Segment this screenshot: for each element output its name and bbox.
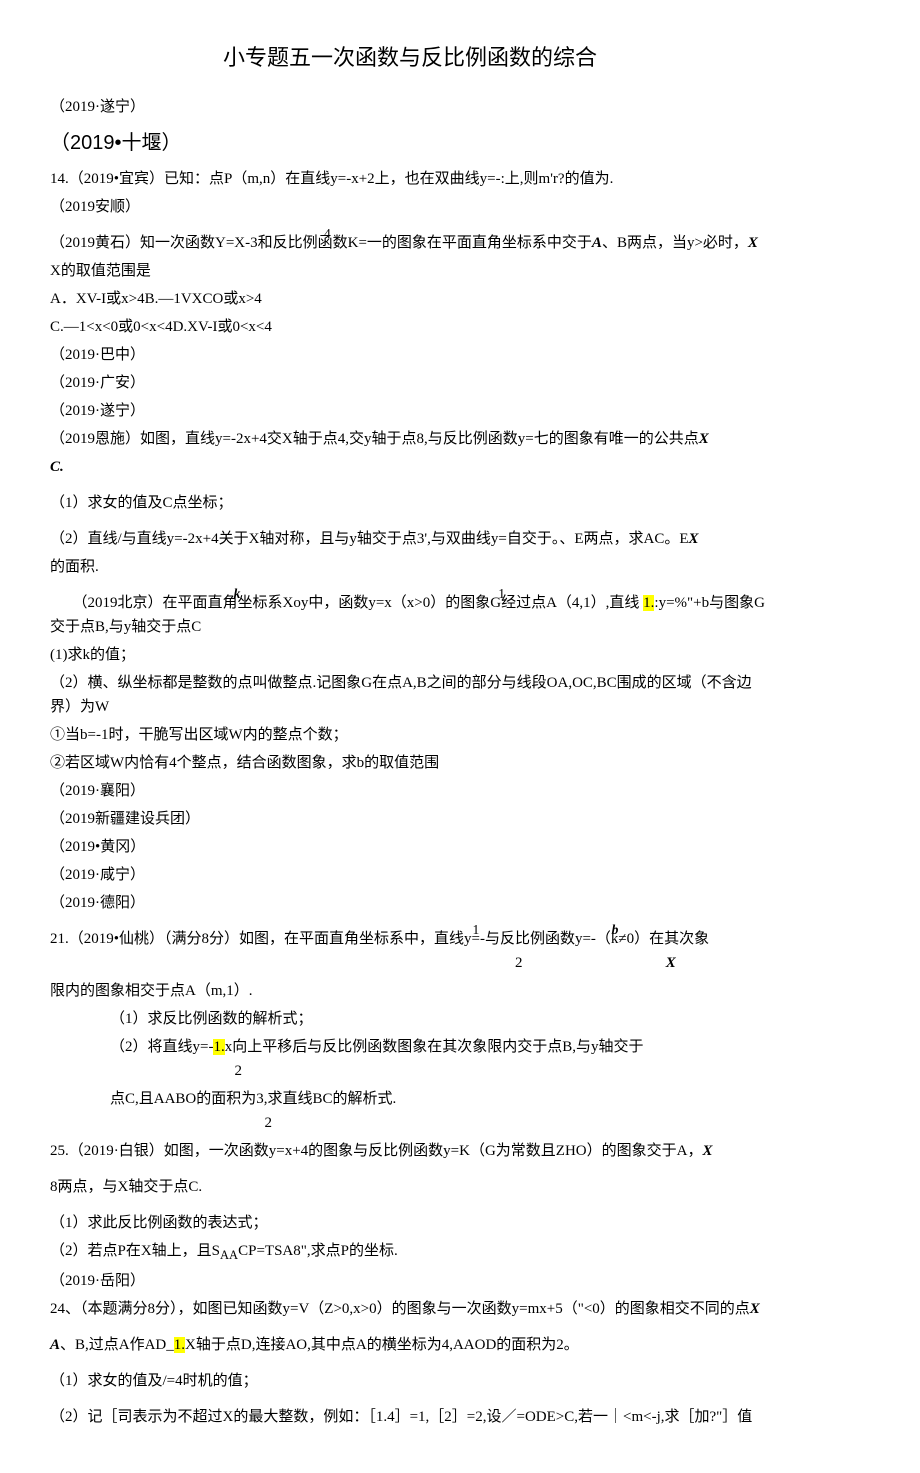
italic-A-2: A bbox=[50, 1337, 60, 1353]
source-deyang: （2019·德阳） bbox=[50, 891, 770, 915]
q21-sub2: 2 bbox=[50, 1059, 770, 1083]
source-bazhong: （2019·巴中） bbox=[50, 343, 770, 367]
source-xinjiang: （2019新疆建设兵团） bbox=[50, 807, 770, 831]
q24-part1: （1）求女的值及/=4时机的值； bbox=[50, 1369, 770, 1393]
sup-k: k bbox=[234, 583, 241, 605]
q-enshi-area: 的面积. bbox=[50, 555, 770, 579]
sup-1: 1 bbox=[498, 583, 505, 605]
q21-sub-row: 2 X bbox=[50, 951, 770, 975]
source-suining-1: （2019·遂宁） bbox=[50, 95, 770, 119]
italic-X-4: X bbox=[702, 1143, 712, 1159]
q-beijing: k 1 （2019北京）在平面直角坐标系Xoy中，函数y=x（x>0）的图象G经… bbox=[50, 591, 770, 639]
italic-X-1: X bbox=[748, 235, 758, 251]
sup-b: b bbox=[612, 919, 619, 941]
q14-yibin: 14.（2019•宜宾）已知：点P（m,n）在直线y=-x+2上，也在双曲线y=… bbox=[50, 167, 770, 191]
source-anshun: （2019安顺） bbox=[50, 195, 770, 219]
q-enshi-c: C. bbox=[50, 455, 770, 479]
source-guangan: （2019·广安） bbox=[50, 371, 770, 395]
q24-part2: （2）记［司表示为不超过X的最大整数，例如：［1.4］=1,［2］=2,设／=O… bbox=[50, 1405, 770, 1429]
q-huangshi-range: X的取值范围是 bbox=[50, 259, 770, 283]
italic-X-5: X bbox=[750, 1301, 760, 1317]
q24-line2: A、B,过点A作AD_1.X轴于点D,连接AO,其中点A的横坐标为4,AAOD的… bbox=[50, 1333, 770, 1357]
q-huangshi: 4（2019黄石）知一次函数Y=X-3和反比例函数K=一的图象在平面直角坐标系中… bbox=[50, 231, 770, 255]
italic-A: A bbox=[592, 235, 602, 251]
hl-1a: 1. bbox=[643, 595, 654, 611]
q21-part2b: 点C,且AABO的面积为3,求直线BC的解析式. bbox=[50, 1087, 770, 1111]
q-beijing-2a: ①当b=-1时，干脆写出区域W内的整点个数； bbox=[50, 723, 770, 747]
opt-ab: A．XV-I或x>4B.—1VXCO或x>4 bbox=[50, 287, 770, 311]
q21-part2: （2）将直线y=-1.x向上平移后与反比例函数图象在其次象限内交于点B,与y轴交… bbox=[50, 1035, 770, 1059]
q21-sub3: 2 bbox=[50, 1111, 770, 1135]
sup-4: 4 bbox=[324, 223, 331, 245]
q-beijing-1: (1)求k的值； bbox=[50, 643, 770, 667]
q-enshi-part1: （1）求女的值及C点坐标； bbox=[50, 491, 770, 515]
hl-1c: 1. bbox=[174, 1337, 185, 1353]
q-enshi-part2: （2）直线/与直线y=-2x+4关于X轴对称，且与y轴交于点3',与双曲线y=自… bbox=[50, 527, 770, 551]
q-enshi: （2019恩施）如图，直线y=-2x+4交X轴于点4,交y轴于点8,与反比例函数… bbox=[50, 427, 770, 451]
italic-X-2: X bbox=[699, 431, 709, 447]
q25-points: 8两点，与X轴交于点C. bbox=[50, 1175, 770, 1199]
q21-xiantao: 1 b 21.（2019•仙桃）（满分8分）如图，在平面直角坐标系中，直线y=-… bbox=[50, 927, 770, 951]
sup-1b: 1 bbox=[473, 919, 480, 941]
q-beijing-2: （2）横、纵坐标都是整数的点叫做整点.记图象G在点A,B之间的部分与线段OA,O… bbox=[50, 671, 770, 719]
page-title: 小专题五一次函数与反比例函数的综合 bbox=[50, 40, 770, 75]
sub-aa: AA bbox=[220, 1248, 238, 1262]
source-suining-2: （2019·遂宁） bbox=[50, 399, 770, 423]
q25-baiyin: 25.（2019·白银）如图，一次函数y=x+4的图象与反比例函数y=K（G为常… bbox=[50, 1139, 770, 1163]
q21-part1: （1）求反比例函数的解析式； bbox=[50, 1007, 770, 1031]
italic-X-3: X bbox=[689, 531, 699, 547]
source-xianning: （2019·咸宁） bbox=[50, 863, 770, 887]
source-shiyan: （2019•十堰） bbox=[50, 127, 770, 159]
source-yueyang: （2019·岳阳） bbox=[50, 1269, 770, 1293]
q25-part1: （1）求此反比例函数的表达式； bbox=[50, 1211, 770, 1235]
source-huanggang: （2019•黄冈） bbox=[50, 835, 770, 859]
hl-1b: 1. bbox=[213, 1039, 224, 1055]
q-beijing-2b: ②若区域W内恰有4个整点，结合函数图象，求b的取值范围 bbox=[50, 751, 770, 775]
source-xiangyang: （2019·襄阳） bbox=[50, 779, 770, 803]
q25-part2: （2）若点P在X轴上，且SAACP=TSA8",求点P的坐标. bbox=[50, 1239, 770, 1265]
opt-cd: C.—1<x<0或0<x<4D.XV-I或0<x<4 bbox=[50, 315, 770, 339]
q21-pointA: 限内的图象相交于点A（m,1）. bbox=[50, 979, 770, 1003]
